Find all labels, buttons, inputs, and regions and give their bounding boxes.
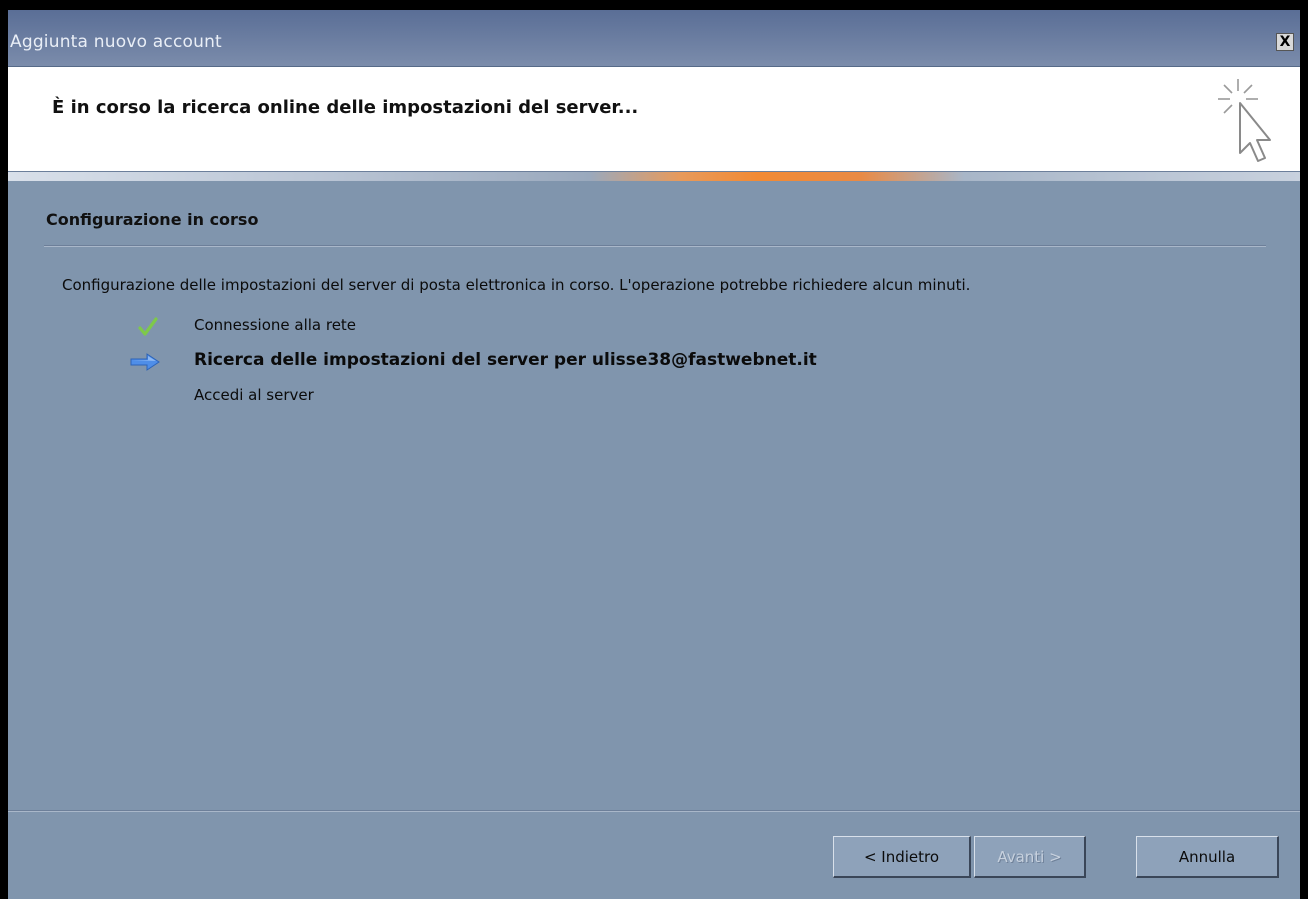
window-title: Aggiunta nuovo account	[10, 32, 222, 52]
header-accent-stripe	[8, 171, 1300, 181]
cursor-sparkle-icon	[1218, 79, 1271, 162]
step-label: Ricerca delle impostazioni del server pe…	[194, 350, 817, 370]
back-button[interactable]: < Indietro	[833, 836, 971, 878]
step-server-search: Ricerca delle impostazioni del server pe…	[128, 350, 1128, 376]
arrow-right-icon	[130, 353, 160, 371]
cancel-button[interactable]: Annulla	[1136, 836, 1279, 878]
step-label: Accedi al server	[194, 386, 314, 404]
next-button[interactable]: Avanti >	[974, 836, 1086, 878]
title-bar: Aggiunta nuovo account X	[8, 10, 1300, 67]
step-server-login: Accedi al server	[128, 384, 1128, 410]
checkmark-icon	[138, 317, 158, 336]
add-account-dialog: Aggiunta nuovo account X È in corso la r…	[8, 10, 1300, 899]
close-button[interactable]: X	[1276, 33, 1294, 51]
wizard-header: È in corso la ricerca online delle impos…	[8, 67, 1300, 171]
section-title: Configurazione in corso	[46, 210, 259, 229]
description-text: Configurazione delle impostazioni del se…	[62, 276, 971, 294]
section-divider	[44, 245, 1266, 247]
step-label: Connessione alla rete	[194, 316, 357, 334]
step-network-connection: Connessione alla rete	[128, 314, 1128, 340]
header-title: È in corso la ricerca online delle impos…	[52, 97, 639, 118]
footer-divider	[8, 810, 1300, 812]
